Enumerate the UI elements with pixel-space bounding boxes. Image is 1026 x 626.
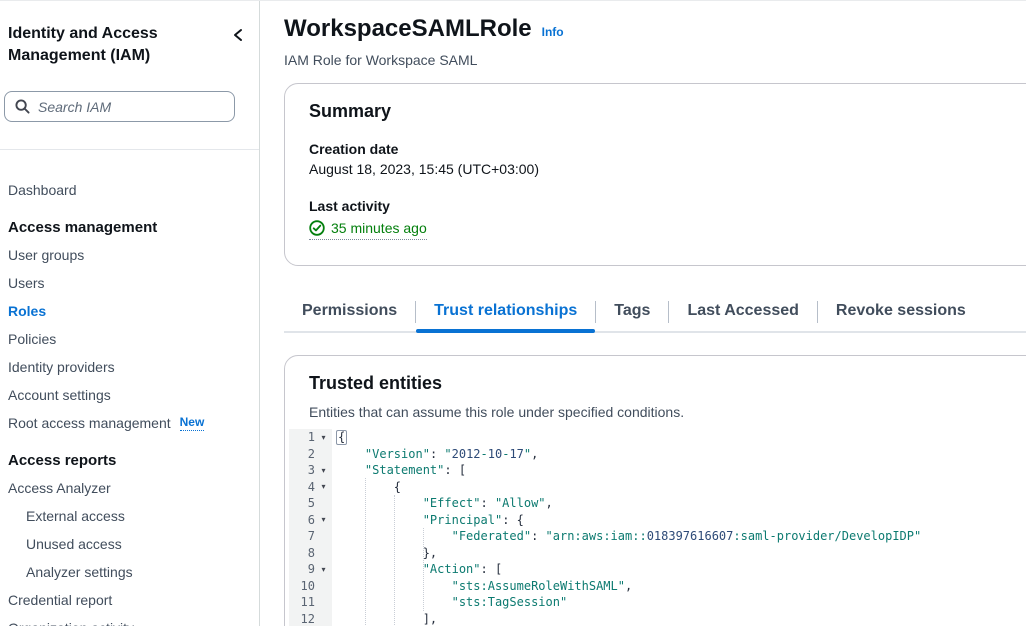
- active-bracket-highlight: {: [336, 430, 347, 445]
- sidebar-item-policies[interactable]: Policies: [8, 325, 251, 353]
- sidebar-item-account-settings[interactable]: Account settings: [8, 381, 251, 409]
- success-check-icon: [309, 220, 325, 236]
- line-number: 1: [289, 430, 315, 444]
- code-line: "sts:AssumeRoleWithSAML",: [336, 578, 1026, 595]
- sidebar-item-users[interactable]: Users: [8, 269, 251, 297]
- gutter-row: 12: [289, 611, 332, 626]
- sidebar-collapse-button[interactable]: [229, 25, 249, 48]
- sidebar-item-identity-providers[interactable]: Identity providers: [8, 353, 251, 381]
- code-line: "Federated": "arn:aws:iam::018397616607:…: [336, 528, 1026, 545]
- new-badge: New: [180, 415, 205, 431]
- info-link[interactable]: Info: [542, 25, 564, 39]
- sidebar-item-label: Root access management: [8, 415, 171, 431]
- chevron-left-icon: [231, 27, 247, 43]
- sidebar-section-access-management: Access management: [8, 213, 251, 241]
- indent-guide: [394, 495, 395, 626]
- role-detail-tabs: Permissions Trust relationships Tags Las…: [284, 293, 1026, 333]
- code-line: "Version": "2012-10-17",: [336, 446, 1026, 463]
- indent-guide: [423, 528, 424, 611]
- trusted-entities-heading: Trusted entities: [285, 373, 1026, 394]
- sidebar-item-root-access-management[interactable]: Root access management New: [8, 409, 251, 437]
- line-number: 11: [289, 595, 315, 609]
- line-number: 9: [289, 562, 315, 576]
- line-number: 12: [289, 612, 315, 626]
- iam-sidebar: Identity and Access Management (IAM) Das…: [0, 1, 260, 626]
- last-activity-popover-trigger[interactable]: 35 minutes ago: [309, 219, 427, 240]
- line-number: 3: [289, 463, 315, 477]
- search-box[interactable]: [4, 91, 235, 122]
- sidebar-item-unused-access[interactable]: Unused access: [8, 530, 251, 558]
- tab-trust-relationships[interactable]: Trust relationships: [416, 293, 595, 331]
- sidebar-item-dashboard[interactable]: Dashboard: [8, 176, 251, 204]
- role-description: IAM Role for Workspace SAML: [284, 52, 1026, 68]
- gutter-row: 6▾: [289, 512, 332, 529]
- tab-tags[interactable]: Tags: [596, 293, 668, 331]
- gutter-row: 11: [289, 594, 332, 611]
- page-title: WorkspaceSAMLRole: [284, 15, 532, 43]
- gutter-row: 7: [289, 528, 332, 545]
- last-activity-value: 35 minutes ago: [331, 219, 427, 237]
- line-number: 7: [289, 529, 315, 543]
- tab-permissions[interactable]: Permissions: [284, 293, 415, 331]
- code-line: {: [336, 429, 1026, 446]
- sidebar-item-credential-report[interactable]: Credential report: [8, 586, 251, 614]
- main-content: WorkspaceSAMLRole Info IAM Role for Work…: [260, 1, 1026, 626]
- gutter-row: 10: [289, 578, 332, 595]
- app-window: Identity and Access Management (IAM) Das…: [0, 0, 1026, 626]
- last-activity-label: Last activity: [309, 196, 1019, 216]
- sidebar-item-external-access[interactable]: External access: [8, 502, 251, 530]
- search-input[interactable]: [38, 99, 224, 115]
- code-line: "sts:TagSession": [336, 594, 1026, 611]
- summary-card: Summary Creation date August 18, 2023, 1…: [284, 83, 1026, 266]
- trusted-entities-description: Entities that can assume this role under…: [285, 404, 1026, 420]
- sidebar-item-organization-activity[interactable]: Organization activity: [8, 614, 251, 626]
- line-number: 5: [289, 496, 315, 510]
- code-line: "Effect": "Allow",: [336, 495, 1026, 512]
- sidebar-item-roles[interactable]: Roles: [8, 297, 251, 325]
- gutter-row: 5: [289, 495, 332, 512]
- gutter-row: 1▾: [289, 429, 332, 446]
- sidebar-item-user-groups[interactable]: User groups: [8, 241, 251, 269]
- trust-policy-code-editor[interactable]: 1▾23▾4▾56▾789▾101112 { "Version": "2012-…: [289, 429, 1026, 626]
- tab-revoke-sessions[interactable]: Revoke sessions: [818, 293, 984, 331]
- editor-code-area[interactable]: { "Version": "2012-10-17", "Statement": …: [332, 429, 1026, 626]
- code-line: },: [336, 545, 1026, 562]
- code-line: ],: [336, 611, 1026, 626]
- fold-toggle-icon[interactable]: ▾: [315, 433, 332, 442]
- code-line: "Principal": {: [336, 512, 1026, 529]
- gutter-row: 9▾: [289, 561, 332, 578]
- summary-heading: Summary: [309, 101, 1019, 122]
- code-line: {: [336, 479, 1026, 496]
- sidebar-item-access-analyzer[interactable]: Access Analyzer: [8, 474, 251, 502]
- indent-guide: [365, 478, 366, 626]
- fold-toggle-icon[interactable]: ▾: [315, 565, 332, 574]
- gutter-row: 8: [289, 545, 332, 562]
- search-icon: [15, 99, 30, 114]
- sidebar-section-access-reports: Access reports: [8, 446, 251, 474]
- line-number: 6: [289, 513, 315, 527]
- line-number: 4: [289, 480, 315, 494]
- sidebar-nav: Dashboard Access management User groups …: [0, 150, 259, 626]
- sidebar-item-analyzer-settings[interactable]: Analyzer settings: [8, 558, 251, 586]
- fold-toggle-icon[interactable]: ▾: [315, 466, 332, 475]
- gutter-row: 4▾: [289, 479, 332, 496]
- code-line: "Action": [: [336, 561, 1026, 578]
- fold-toggle-icon[interactable]: ▾: [315, 515, 332, 524]
- editor-gutter: 1▾23▾4▾56▾789▾101112: [289, 429, 332, 626]
- line-number: 2: [289, 447, 315, 461]
- fold-toggle-icon[interactable]: ▾: [315, 482, 332, 491]
- creation-date-value: August 18, 2023, 15:45 (UTC+03:00): [309, 159, 1019, 179]
- gutter-row: 3▾: [289, 462, 332, 479]
- tab-last-accessed[interactable]: Last Accessed: [669, 293, 816, 331]
- line-number: 8: [289, 546, 315, 560]
- trusted-entities-card: Trusted entities Entities that can assum…: [284, 355, 1026, 626]
- creation-date-label: Creation date: [309, 139, 1019, 159]
- line-number: 10: [289, 579, 315, 593]
- gutter-row: 2: [289, 446, 332, 463]
- sidebar-title: Identity and Access Management (IAM): [8, 23, 204, 67]
- code-line: "Statement": [: [336, 462, 1026, 479]
